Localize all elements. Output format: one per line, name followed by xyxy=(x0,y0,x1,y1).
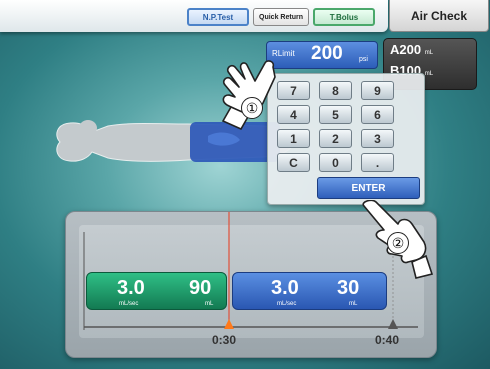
end-time-marker[interactable] xyxy=(388,319,398,329)
key-clear[interactable]: C xyxy=(277,153,310,172)
current-time-marker[interactable] xyxy=(224,319,234,329)
key-0[interactable]: 0 xyxy=(319,153,352,172)
key-8[interactable]: 8 xyxy=(319,81,352,100)
phase-a-rate: 3.0 xyxy=(117,277,145,299)
enter-button[interactable]: ENTER xyxy=(317,177,420,199)
phase-b-volume: 30 xyxy=(337,277,360,299)
key-2[interactable]: 2 xyxy=(319,129,352,148)
phase-b-rate: 3.0 xyxy=(271,277,299,299)
step-one-badge: ① xyxy=(241,97,263,119)
step-two-badge: ② xyxy=(387,232,409,254)
phase-b-rate-unit: mL/sec xyxy=(277,301,297,307)
key-6[interactable]: 6 xyxy=(361,105,394,124)
pressure-limit-unit: psi xyxy=(359,56,368,63)
phase-a-volume: 90 xyxy=(189,277,212,299)
time-mark-start: 0:30 xyxy=(212,333,237,347)
quick-return-button[interactable]: Quick Return xyxy=(253,8,309,26)
phase-b-volume-unit: mL xyxy=(349,301,358,307)
pointing-hand-icon xyxy=(221,60,276,131)
numeric-keypad: 7 8 9 4 5 6 1 2 3 C 0 . ENTER xyxy=(267,73,425,205)
phase-a-card[interactable]: 3.0 mL/sec 90 mL xyxy=(86,272,227,310)
phase-a-rate-unit: mL/sec xyxy=(119,301,139,307)
time-mark-end: 0:40 xyxy=(375,333,400,347)
key-5[interactable]: 5 xyxy=(319,105,352,124)
t-bolus-button[interactable]: T.Bolus xyxy=(313,8,375,26)
key-3[interactable]: 3 xyxy=(361,129,394,148)
np-test-button[interactable]: N.P.Test xyxy=(187,8,249,26)
phase-a-volume-unit: mL xyxy=(205,301,214,307)
key-9[interactable]: 9 xyxy=(361,81,394,100)
key-decimal[interactable]: . xyxy=(361,153,394,172)
pressure-limit-value: 200 xyxy=(311,43,343,64)
syringe-a-volume: A200 mL xyxy=(390,42,434,57)
air-check-button[interactable]: Air Check xyxy=(389,0,489,32)
